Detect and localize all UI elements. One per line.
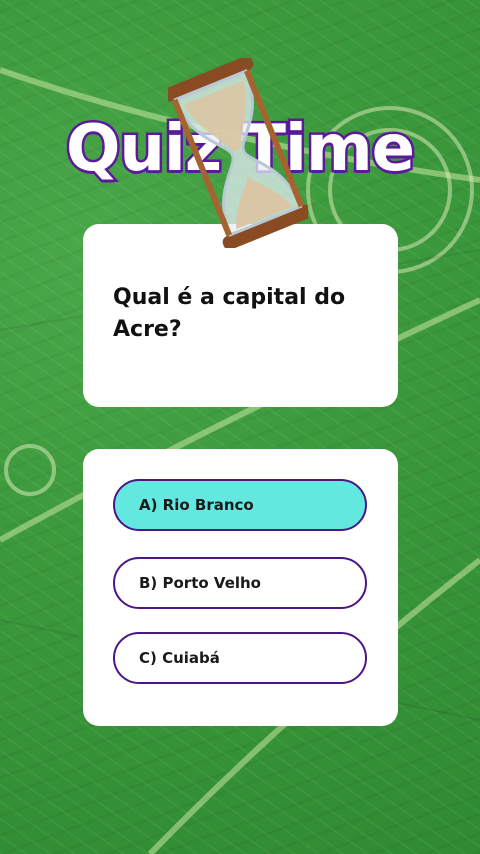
hourglass-icon xyxy=(168,58,308,248)
option-a-label: A) Rio Branco xyxy=(139,496,254,514)
option-b-button[interactable]: B) Porto Velho xyxy=(113,557,367,609)
answers-card: A) Rio Branco B) Porto Velho C) Cuiabá xyxy=(83,449,398,726)
option-c-button[interactable]: C) Cuiabá xyxy=(113,632,367,684)
option-c-label: C) Cuiabá xyxy=(139,649,220,667)
question-card: Qual é a capital do Acre? xyxy=(83,224,398,407)
option-a-button[interactable]: A) Rio Branco xyxy=(113,479,367,531)
option-b-label: B) Porto Velho xyxy=(139,574,261,592)
question-text: Qual é a capital do Acre? xyxy=(113,285,346,342)
